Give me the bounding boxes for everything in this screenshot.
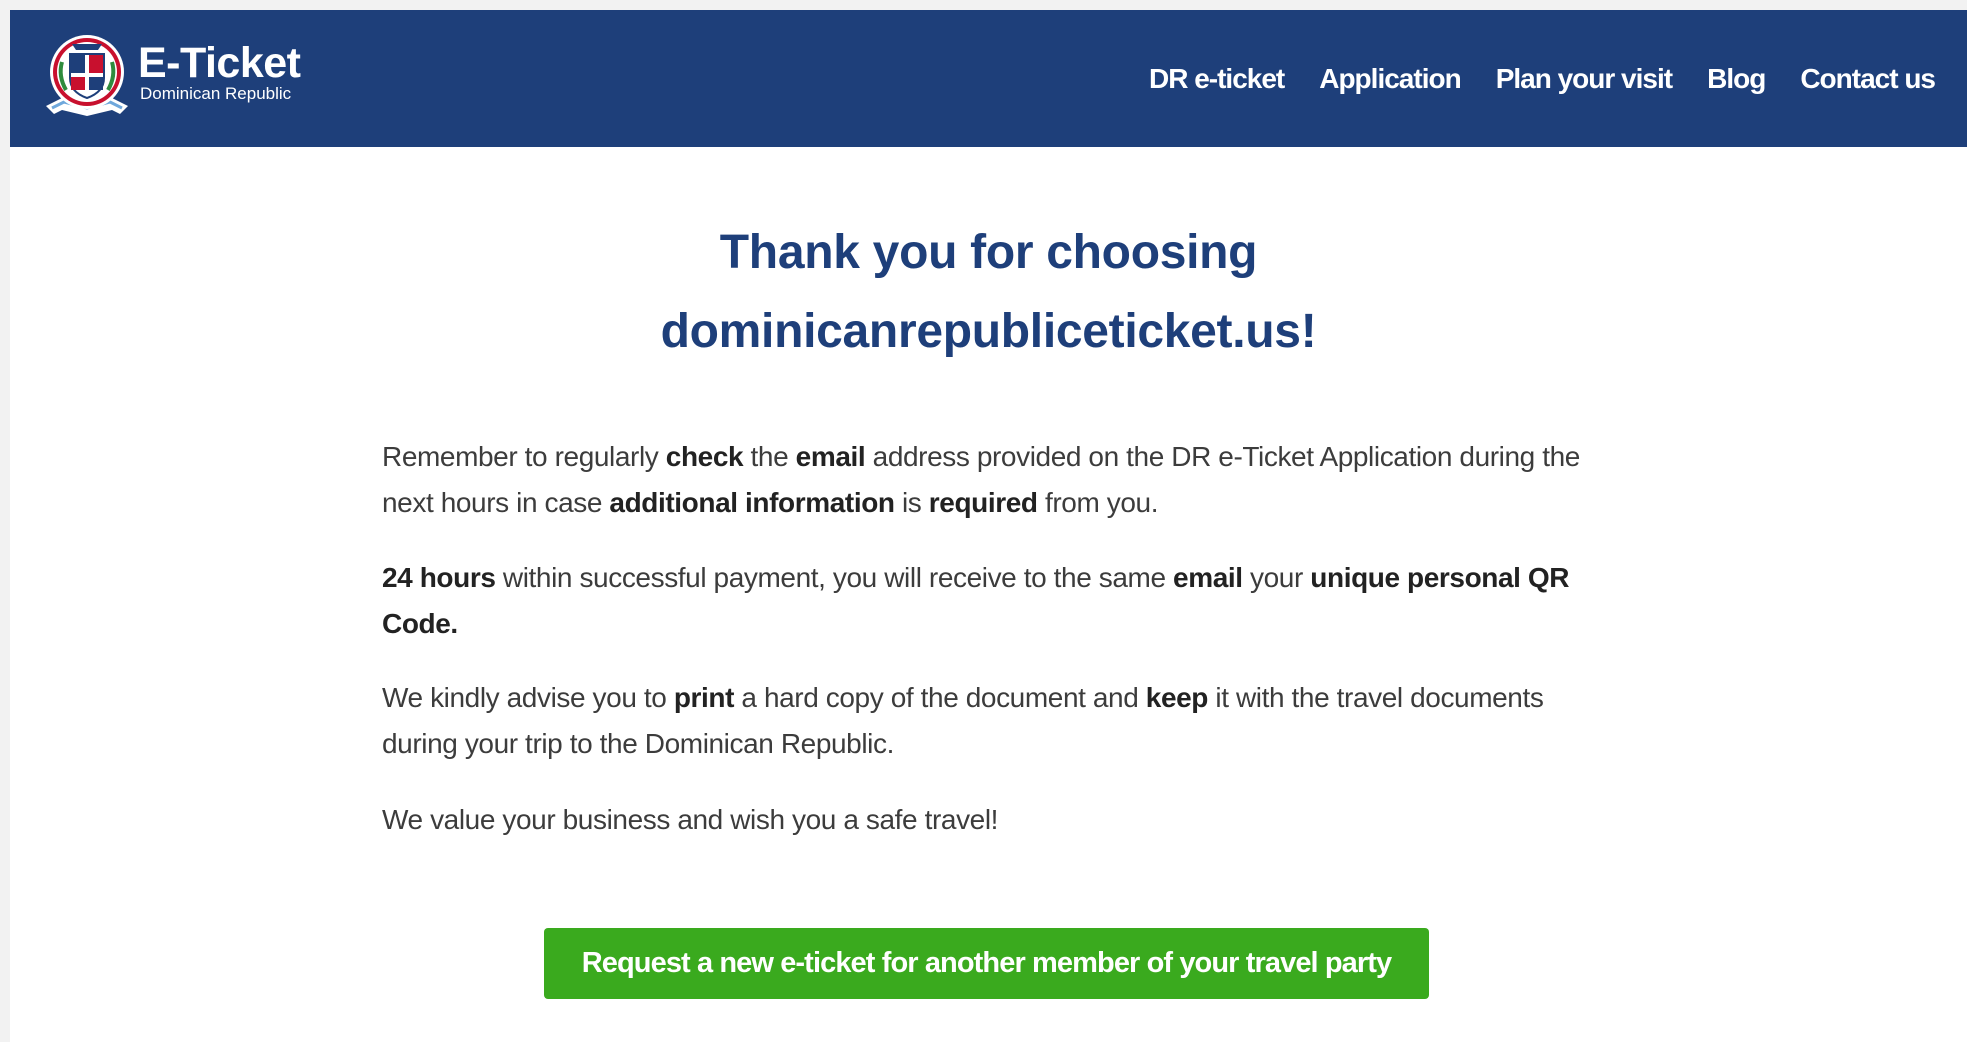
page-title-line1: Thank you for choosing [719,226,1258,279]
body-text: is [894,487,929,518]
emphasis-text: 24 hours [382,562,496,593]
body-text: Remember to regularly [382,441,666,472]
request-new-eticket-button[interactable]: Request a new e-ticket for another membe… [544,928,1429,999]
body-text: We kindly advise you to [382,682,674,713]
info-paragraph-print: We kindly advise you to print a hard cop… [382,675,1612,767]
page: E-Ticket Dominican Republic DR e-ticket … [10,10,1967,1042]
body-text: a hard copy of the document and [734,682,1146,713]
page-title-line2: dominicanrepubliceticket.us! [660,305,1317,358]
emphasis-text: check [665,441,744,472]
page-title: Thank you for choosing dominicanrepublic… [10,213,1967,371]
site-header: E-Ticket Dominican Republic DR e-ticket … [10,10,1967,147]
logo-title: E-Ticket [138,39,301,87]
nav-blog[interactable]: Blog [1707,63,1766,95]
emphasis-text: print [673,682,735,713]
nav-contact-us[interactable]: Contact us [1800,63,1936,95]
nav-plan-your-visit[interactable]: Plan your visit [1496,63,1673,95]
info-paragraph-safe-travel: We value your business and wish you a sa… [382,797,1612,843]
body-text: from you. [1037,487,1159,518]
nav-dr-eticket[interactable]: DR e-ticket [1149,63,1285,95]
site-logo[interactable]: E-Ticket Dominican Republic [42,28,301,128]
info-paragraph-qr-code: 24 hours within successful payment, you … [382,555,1612,647]
info-paragraph-check-email: Remember to regularly check the email ad… [382,434,1612,526]
main-nav: DR e-ticket Application Plan your visit … [1114,10,1936,147]
emphasis-text: additional information [609,487,895,518]
coat-of-arms-icon [42,28,132,128]
emphasis-text: email [795,441,866,472]
body-text: the [743,441,796,472]
emphasis-text: required [928,487,1038,518]
logo-subtitle: Dominican Republic [140,84,292,103]
body-text: within successful payment, you will rece… [495,562,1174,593]
emphasis-text: keep [1145,682,1209,713]
body-text: We value your business and wish you a sa… [382,804,999,835]
emphasis-text: email [1173,562,1243,593]
body-text: your [1242,562,1311,593]
nav-application[interactable]: Application [1319,63,1461,95]
